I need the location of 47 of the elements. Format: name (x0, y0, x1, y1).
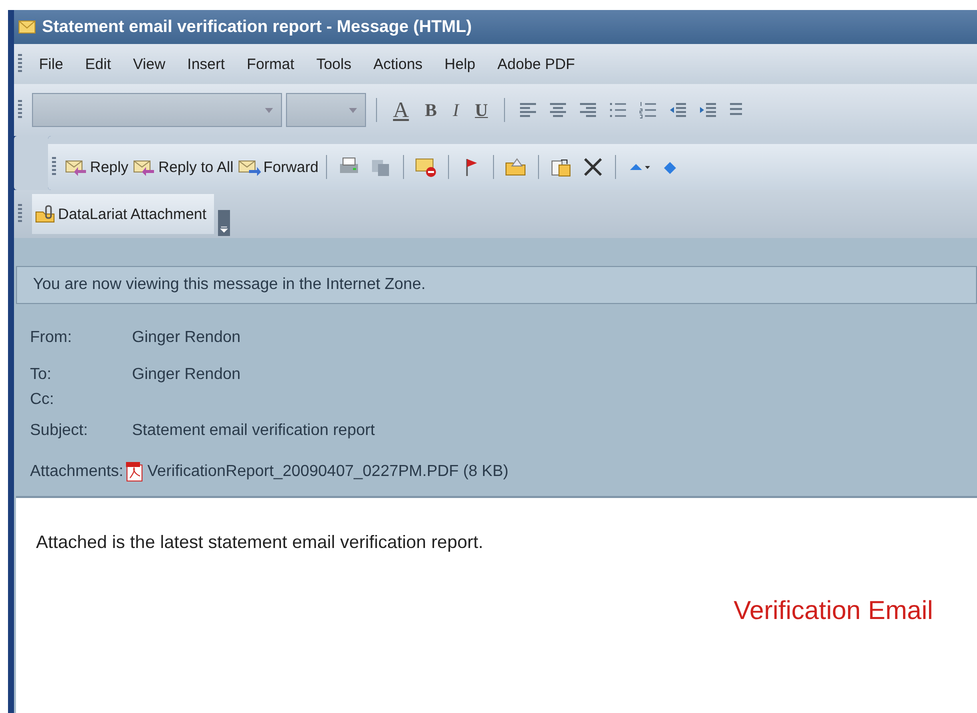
dropdown-arrow-icon[interactable] (349, 108, 357, 112)
toolbar-options-icon[interactable] (218, 210, 230, 236)
format-button[interactable]: B (418, 100, 443, 120)
folder-clip-icon[interactable] (34, 204, 56, 224)
menu-item[interactable]: Actions (362, 56, 434, 72)
menu-item[interactable]: View (122, 56, 176, 72)
signature-text: Verification Email (732, 595, 934, 626)
envelope-block-icon[interactable] (414, 156, 438, 178)
pdf-icon (126, 462, 144, 482)
toolbar-button[interactable]: DataLariat Attachment (32, 194, 214, 234)
envelope-icon (18, 20, 36, 34)
header-label: Attachments: (30, 463, 124, 481)
toolbar-button[interactable]: Reply (62, 157, 130, 177)
size-combo[interactable] (286, 93, 366, 127)
menu-item[interactable]: File (28, 56, 74, 72)
folder-icon[interactable] (504, 156, 528, 178)
header-value: Ginger Rendon (132, 366, 241, 384)
format-button[interactable]: I (446, 100, 465, 120)
align-left-icon[interactable] (518, 101, 538, 119)
header-label: From: (30, 328, 73, 346)
toolbar-button[interactable]: Forward (235, 157, 320, 177)
window-title: Statement email verification report - Message (HTML) (42, 17, 472, 37)
message-text: Attached is the latest statement email verification report. (36, 532, 484, 553)
align-right-icon[interactable] (578, 101, 598, 119)
outdent-icon[interactable] (668, 101, 688, 119)
menu-item[interactable]: Format (236, 56, 306, 72)
header-label: Cc: (30, 390, 55, 408)
header-label: To: (30, 366, 52, 384)
menu-item[interactable]: Tools (305, 56, 362, 72)
dropdown-arrow-icon[interactable] (265, 108, 273, 112)
menu-item[interactable]: Edit (74, 56, 122, 72)
header-label: Subject: (30, 422, 89, 440)
font-combo[interactable] (32, 93, 282, 127)
header-value: Ginger Rendon (132, 328, 241, 346)
align-center-icon[interactable] (548, 101, 568, 119)
info-bar[interactable]: You are now viewing this message in the Internet Zone. (16, 266, 977, 304)
menu-item[interactable]: Help (434, 56, 486, 72)
toolbar-button[interactable]: Reply to All (130, 157, 236, 177)
menu-item[interactable]: Insert (176, 56, 236, 72)
format-button[interactable]: U (468, 100, 494, 120)
attachment-link[interactable]: VerificationReport_20090407_0227PM.PDF (8 KB) (147, 463, 508, 481)
bullet-list-icon[interactable] (608, 101, 628, 119)
menu-item[interactable]: Adobe PDF (486, 56, 586, 72)
format-button[interactable]: A (387, 97, 415, 123)
indent-icon[interactable] (698, 101, 718, 119)
numbered-list-icon[interactable] (638, 101, 658, 119)
header-value: Statement email verification report (132, 422, 375, 440)
